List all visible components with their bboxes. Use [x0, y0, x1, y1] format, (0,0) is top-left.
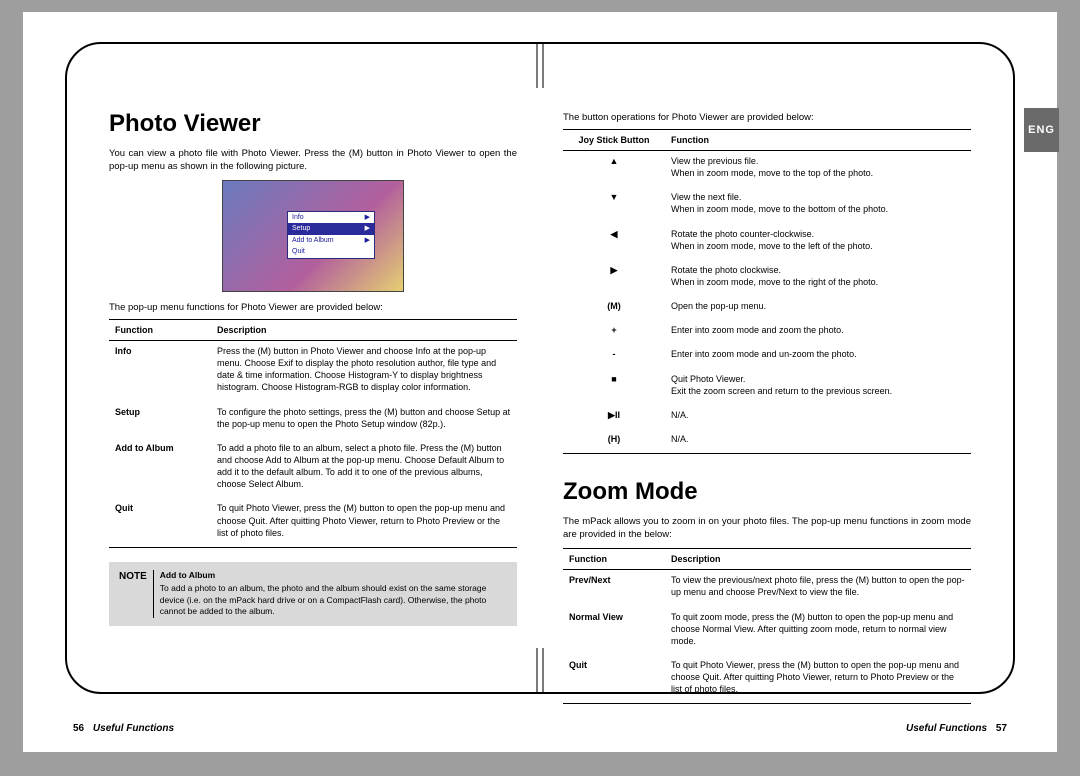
figure-photo-viewer: Info▶ Setup▶ Add to Album▶ Quit	[222, 180, 404, 292]
footer-title-right: Useful Functions	[906, 723, 987, 734]
table-row: InfoPress the (M) button in Photo Viewer…	[109, 340, 517, 401]
zoom-functions-table: Function Description Prev/NextTo view th…	[563, 548, 971, 704]
page-number-left: 56	[73, 723, 84, 734]
table-row: (H)N/A.	[563, 429, 971, 454]
joystick-table: Joy Stick Button Function ▲View the prev…	[563, 129, 971, 454]
table-lead: The pop-up menu functions for Photo View…	[109, 302, 517, 315]
footer: 56 Useful Functions Useful Functions 57	[67, 723, 1013, 734]
menu-item-selected: Setup▶	[288, 223, 374, 234]
table-row: ■Quit Photo Viewer.Exit the zoom screen …	[563, 369, 971, 405]
table-row: -Enter into zoom mode and un-zoom the ph…	[563, 344, 971, 368]
table-row: +Enter into zoom mode and zoom the photo…	[563, 320, 971, 344]
table-row: ▶IIN/A.	[563, 405, 971, 429]
table-row: Normal ViewTo quit zoom mode, press the …	[563, 607, 971, 655]
table-row: ▲View the previous file.When in zoom mod…	[563, 150, 971, 187]
zoom-title: Zoom Mode	[563, 476, 971, 508]
figure-popup-menu: Info▶ Setup▶ Add to Album▶ Quit	[287, 211, 375, 259]
menu-item: Add to Album▶	[288, 235, 374, 246]
joy-lead: The button operations for Photo Viewer a…	[563, 112, 971, 125]
table-row: Add to AlbumTo add a photo file to an al…	[109, 438, 517, 499]
popup-functions-table: Function Description InfoPress the (M) b…	[109, 319, 517, 548]
th-function: Function	[665, 129, 971, 150]
content-frame: Photo Viewer You can view a photo file w…	[65, 42, 1015, 694]
table-row: ▼View the next file.When in zoom mode, m…	[563, 187, 971, 223]
table-row: ▶Rotate the photo clockwise.When in zoom…	[563, 260, 971, 296]
footer-title-left: Useful Functions	[93, 723, 174, 734]
th-joystick: Joy Stick Button	[563, 129, 665, 150]
table-row: (M)Open the pop-up menu.	[563, 296, 971, 320]
footer-left: 56 Useful Functions	[67, 723, 174, 734]
menu-item: Quit	[288, 246, 374, 257]
note-box: NOTE Add to Album To add a photo to an a…	[109, 562, 517, 626]
spine-top	[536, 44, 544, 88]
intro-text: You can view a photo file with Photo Vie…	[109, 148, 517, 174]
page: ENG Photo Viewer You can view a photo fi…	[23, 12, 1057, 752]
spine-bottom	[536, 648, 544, 692]
table-row: Prev/NextTo view the previous/next photo…	[563, 570, 971, 607]
th-function: Function	[563, 549, 665, 570]
th-description: Description	[211, 319, 517, 340]
th-description: Description	[665, 549, 971, 570]
section-title: Photo Viewer	[109, 108, 517, 140]
note-body: Add to Album To add a photo to an album,…	[160, 570, 507, 618]
note-label: NOTE	[119, 570, 154, 618]
left-column: Photo Viewer You can view a photo file w…	[109, 108, 517, 666]
language-tab: ENG	[1024, 108, 1059, 152]
table-row: QuitTo quit Photo Viewer, press the (M) …	[563, 655, 971, 704]
footer-right: Useful Functions 57	[906, 723, 1013, 734]
right-column: The button operations for Photo Viewer a…	[563, 108, 971, 666]
table-row: QuitTo quit Photo Viewer, press the (M) …	[109, 498, 517, 547]
menu-item: Info▶	[288, 212, 374, 223]
table-row: SetupTo configure the photo settings, pr…	[109, 402, 517, 438]
zoom-intro: The mPack allows you to zoom in on your …	[563, 516, 971, 542]
th-function: Function	[109, 319, 211, 340]
page-number-right: 57	[996, 723, 1007, 734]
table-row: ◀Rotate the photo counter-clockwise.When…	[563, 224, 971, 260]
